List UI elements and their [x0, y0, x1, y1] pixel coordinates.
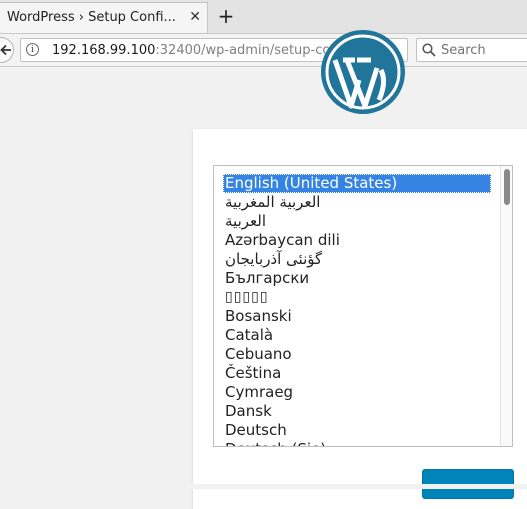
wordpress-logo — [321, 30, 405, 114]
search-bar[interactable]: Search — [416, 38, 527, 62]
scrollbar[interactable] — [500, 166, 512, 446]
language-option[interactable]: گؤنئی آذربایجان — [214, 250, 500, 269]
tab-title: WordPress › Setup Confi... — [7, 10, 176, 25]
language-option[interactable]: العربية — [214, 212, 500, 231]
language-option[interactable]: Cebuano — [214, 345, 500, 364]
language-option[interactable]: Bosanski — [214, 307, 500, 326]
nav-bar: i 192.168.99.100:32400/wp-admin/setup-co… — [0, 34, 527, 67]
language-option[interactable]: English (United States) — [223, 174, 491, 193]
language-option[interactable]: Cymraeg — [214, 383, 500, 402]
scrollbar-thumb[interactable] — [504, 169, 510, 205]
info-icon[interactable]: i — [26, 43, 39, 56]
back-arrow-icon — [0, 44, 11, 56]
language-options: English (United States) العربية المغربية ا… — [214, 174, 500, 446]
wordpress-logo-icon — [325, 34, 401, 110]
browser-tab[interactable]: WordPress › Setup Confi... ✕ — [0, 2, 208, 33]
language-option[interactable]: Deutsch (Sie) — [214, 440, 500, 446]
search-icon — [422, 43, 436, 57]
language-option[interactable]: Català — [214, 326, 500, 345]
language-option[interactable]: العربية المغربية — [214, 193, 500, 212]
language-option[interactable]: ▯▯▯▯▯ — [214, 288, 500, 307]
language-option[interactable]: Dansk — [214, 402, 500, 421]
language-option[interactable]: Azərbaycan dili — [214, 231, 500, 250]
language-option[interactable]: Български — [214, 269, 500, 288]
tab-bar: WordPress › Setup Confi... ✕ + — [0, 0, 527, 34]
url-host: 192.168.99.100 — [52, 43, 156, 58]
close-tab-icon[interactable]: ✕ — [189, 9, 201, 25]
language-select[interactable]: English (United States) العربية المغربية ا… — [213, 165, 513, 447]
search-placeholder: Search — [441, 43, 486, 58]
back-button[interactable] — [0, 37, 14, 63]
bottom-overlap-strip — [0, 484, 527, 489]
new-tab-button[interactable]: + — [216, 4, 236, 28]
language-option[interactable]: Deutsch — [214, 421, 500, 440]
language-option[interactable]: Čeština — [214, 364, 500, 383]
